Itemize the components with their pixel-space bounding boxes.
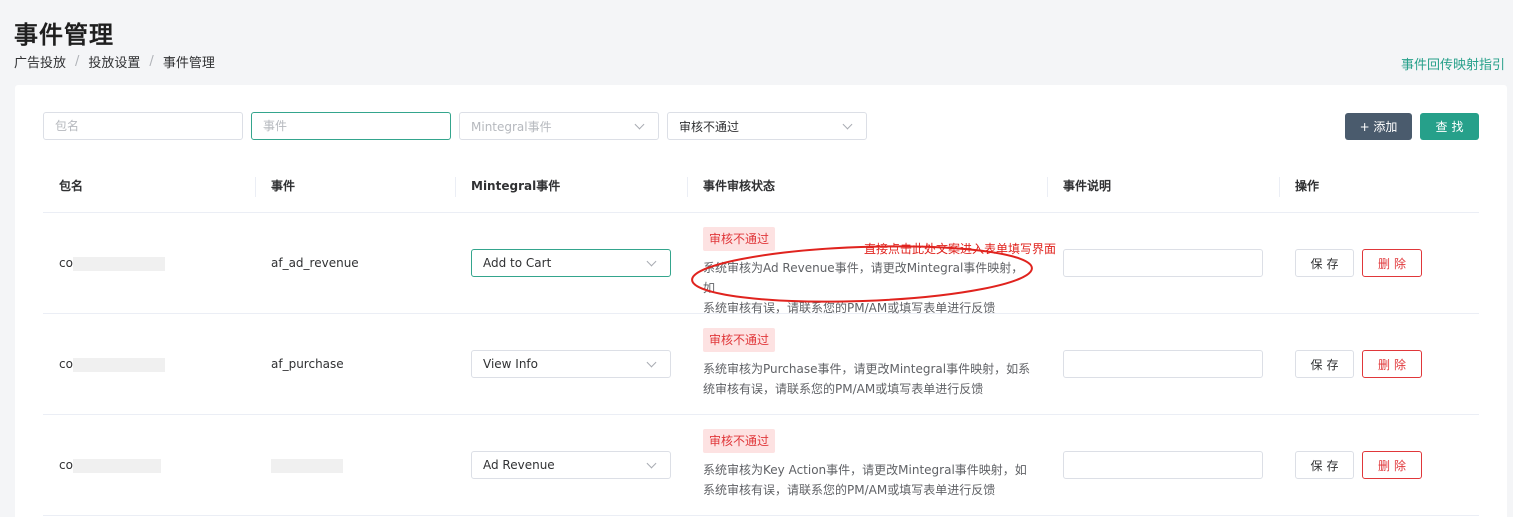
- mintegral-event-filter-select[interactable]: Mintegral事件: [459, 112, 659, 140]
- masked-package-name: [72, 458, 161, 473]
- table-row: co Ad Revenue 审核不通过 系统审核为Key Action事件，请更…: [43, 415, 1479, 516]
- event-cell: af_ad_revenue: [271, 256, 359, 270]
- delete-button[interactable]: 删除: [1362, 350, 1422, 378]
- package-name-prefix: co: [59, 256, 73, 270]
- chevron-down-icon: [842, 119, 853, 129]
- breadcrumb-item-ad-delivery[interactable]: 广告投放: [14, 52, 66, 71]
- delete-button[interactable]: 删除: [1362, 451, 1422, 479]
- review-status-filter-value: 审核不通过: [679, 119, 740, 134]
- event-description-input[interactable]: [1063, 249, 1263, 277]
- column-header-mintegral-event: Mintegral事件: [471, 179, 561, 193]
- save-button[interactable]: 保存: [1295, 350, 1354, 378]
- column-header-actions: 操作: [1295, 179, 1320, 193]
- column-divider: [1047, 177, 1048, 197]
- masked-package-name: [72, 256, 165, 271]
- package-filter-input[interactable]: [43, 112, 243, 140]
- breadcrumb: 广告投放 / 投放设置 / 事件管理: [14, 52, 215, 71]
- column-divider: [1279, 177, 1280, 197]
- column-header-description: 事件说明: [1063, 179, 1112, 193]
- column-header-review-status: 事件审核状态: [703, 179, 776, 193]
- breadcrumb-item-delivery-settings[interactable]: 投放设置: [88, 52, 140, 71]
- breadcrumb-separator: /: [75, 54, 80, 69]
- package-name-prefix: co: [59, 458, 73, 472]
- event-description-input[interactable]: [1063, 350, 1263, 378]
- status-description[interactable]: 系统审核为Key Action事件，请更改Mintegral事件映射，如 系统审…: [703, 460, 1033, 500]
- save-button[interactable]: 保存: [1295, 451, 1354, 479]
- mintegral-event-select[interactable]: View Info: [471, 350, 671, 378]
- status-description-line: 系统审核为Key Action事件，请更改Mintegral事件映射，如: [703, 463, 1027, 477]
- delete-button[interactable]: 删除: [1362, 249, 1422, 277]
- package-name-cell: co: [59, 458, 161, 473]
- status-description-line: 统审核有误，请联系您的PM/AM或填写表单进行反馈: [703, 382, 984, 396]
- status-description[interactable]: 系统审核为Purchase事件，请更改Mintegral事件映射，如系 统审核有…: [703, 359, 1033, 399]
- column-header-package: 包名: [59, 179, 84, 193]
- mintegral-event-value: View Info: [483, 357, 539, 371]
- masked-package-name: [72, 357, 165, 372]
- table-row: co af_purchase View Info 审核不通过 系统审核为Purc…: [43, 314, 1479, 415]
- mintegral-event-value: Ad Revenue: [483, 458, 555, 472]
- chevron-down-icon: [646, 256, 657, 266]
- status-badge: 审核不通过: [703, 429, 776, 453]
- review-status-filter-select[interactable]: 审核不通过: [667, 112, 867, 140]
- page-title: 事件管理: [14, 21, 114, 49]
- package-name-prefix: co: [59, 357, 73, 371]
- add-button[interactable]: + 添加: [1345, 113, 1412, 140]
- events-table: 包名 事件 Mintegral事件 事件审核状态 事件说明 操作 co af_a…: [43, 160, 1479, 516]
- masked-event-name: [271, 458, 343, 473]
- mintegral-event-filter-placeholder: Mintegral事件: [471, 119, 552, 134]
- event-mapping-guide-link[interactable]: 事件回传映射指引: [1401, 54, 1505, 73]
- event-cell: af_purchase: [271, 357, 344, 371]
- column-divider: [687, 177, 688, 197]
- breadcrumb-item-event-management: 事件管理: [162, 56, 215, 71]
- status-badge: 审核不通过: [703, 328, 776, 352]
- chevron-down-icon: [646, 458, 657, 468]
- status-description-line: 系统审核为Purchase事件，请更改Mintegral事件映射，如系: [703, 362, 1031, 376]
- event-cell: [271, 458, 343, 473]
- table-header: 包名 事件 Mintegral事件 事件审核状态 事件说明 操作: [43, 160, 1479, 213]
- annotation-ellipse-shape: [691, 245, 1033, 303]
- mintegral-event-select[interactable]: Ad Revenue: [471, 451, 671, 479]
- event-filter-input[interactable]: [251, 112, 451, 140]
- status-description-line: 系统审核有误，请联系您的PM/AM或填写表单进行反馈: [703, 483, 996, 497]
- mintegral-event-select[interactable]: Add to Cart: [471, 249, 671, 277]
- package-name-cell: co: [59, 256, 165, 271]
- chevron-down-icon: [646, 357, 657, 367]
- save-button[interactable]: 保存: [1295, 249, 1354, 277]
- column-header-event: 事件: [271, 179, 296, 193]
- mintegral-event-value: Add to Cart: [483, 256, 552, 270]
- event-description-input[interactable]: [1063, 451, 1263, 479]
- column-divider: [255, 177, 256, 197]
- package-name-cell: co: [59, 357, 165, 372]
- annotation-ellipse: [691, 245, 1033, 303]
- chevron-down-icon: [634, 119, 645, 129]
- search-button[interactable]: 查找: [1420, 113, 1479, 140]
- column-divider: [455, 177, 456, 197]
- breadcrumb-separator: /: [149, 54, 154, 69]
